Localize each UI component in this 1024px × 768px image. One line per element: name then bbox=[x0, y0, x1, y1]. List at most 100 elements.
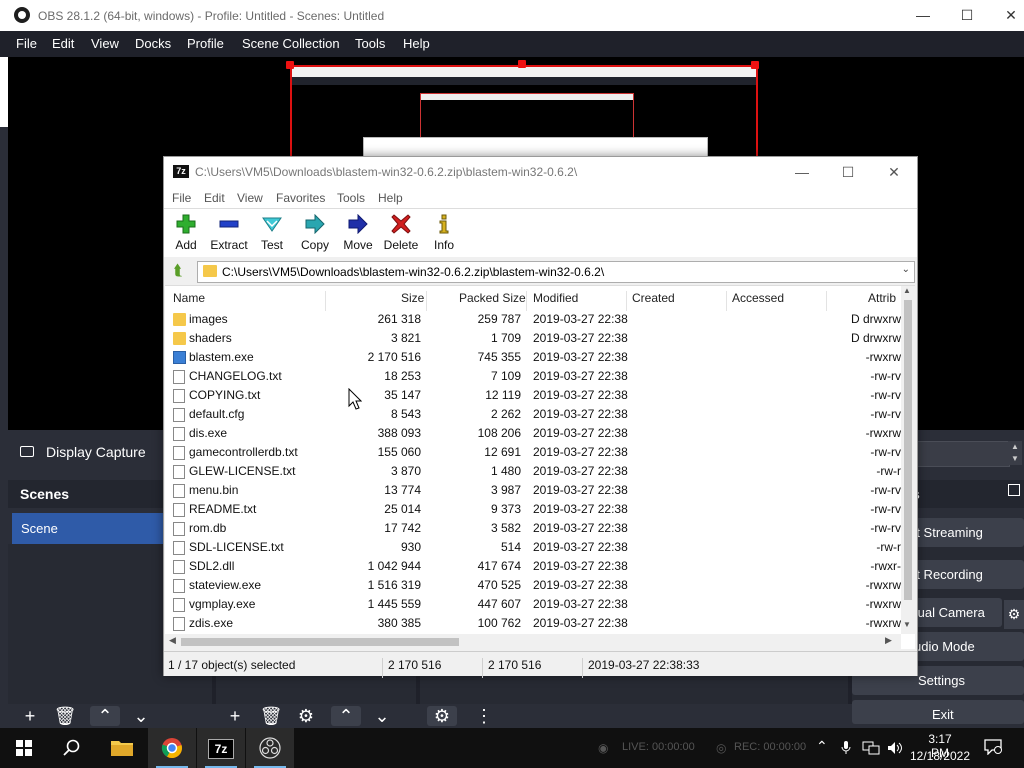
vertical-scrollbar[interactable]: ▲ ▼ bbox=[901, 286, 915, 634]
file-row[interactable]: menu.bin 13 774 3 987 2019-03-27 22:38 -rw-r… bbox=[165, 481, 901, 500]
info-button[interactable]: Info bbox=[422, 212, 466, 256]
horizontal-scrollbar[interactable]: ◀ ▶ bbox=[165, 634, 901, 649]
menu-scene-collection[interactable]: Scene Collection bbox=[242, 36, 340, 51]
add-source-plus-icon[interactable]: + bbox=[222, 706, 248, 726]
file-row[interactable]: stateview.exe 1 516 319 470 525 2019-03-27 … bbox=[165, 576, 901, 595]
show-hidden-icons-chevron-icon[interactable]: ⌃ bbox=[816, 738, 828, 755]
source-property-select[interactable] bbox=[915, 441, 1010, 467]
menu-docks[interactable]: Docks bbox=[135, 36, 171, 51]
file-row[interactable]: GLEW-LICENSE.txt 3 870 1 480 2019-03-27 22:… bbox=[165, 462, 901, 481]
col-divider[interactable] bbox=[626, 291, 627, 311]
file-row[interactable]: CHANGELOG.txt 18 253 7 109 2019-03-27 22:38… bbox=[165, 367, 901, 386]
speaker-icon[interactable] bbox=[887, 741, 903, 755]
col-divider[interactable] bbox=[826, 291, 827, 311]
7zip-menu-file[interactable]: File bbox=[172, 191, 191, 205]
source-properties-gear-icon[interactable]: ⚙ bbox=[293, 706, 319, 726]
menu-profile[interactable]: Profile bbox=[187, 36, 224, 51]
menu-file[interactable]: File bbox=[16, 36, 37, 51]
menu-help[interactable]: Help bbox=[403, 36, 430, 51]
delete-button[interactable]: Delete bbox=[379, 212, 423, 256]
file-row[interactable]: default.cfg 8 543 2 262 2019-03-27 22:38 -rw… bbox=[165, 405, 901, 424]
file-row[interactable]: README.txt 25 014 9 373 2019-03-27 22:38 -rw… bbox=[165, 500, 901, 519]
add-scene-plus-icon[interactable]: + bbox=[17, 706, 43, 726]
file-row[interactable]: SDL2.dll 1 042 944 417 674 2019-03-27 22:38… bbox=[165, 557, 901, 576]
vertical-scroll-thumb[interactable] bbox=[904, 300, 912, 600]
file-row[interactable]: SDL-LICENSE.txt 930 514 2019-03-27 22:38 -rw… bbox=[165, 538, 901, 557]
col-created-header[interactable]: Created bbox=[632, 291, 675, 305]
clock-date[interactable]: 12/18/2022 bbox=[908, 749, 972, 763]
extract-button[interactable]: Extract bbox=[207, 212, 251, 256]
move-button[interactable]: Move bbox=[336, 212, 380, 256]
maximize-button[interactable]: ☐ bbox=[944, 0, 990, 31]
file-row[interactable]: vgmplay.exe 1 445 559 447 607 2019-03-27 22… bbox=[165, 595, 901, 614]
mixer-advanced-gear-icon[interactable]: ⚙ bbox=[427, 706, 457, 726]
close-button[interactable]: ✕ bbox=[988, 0, 1024, 31]
col-modified-header[interactable]: Modified bbox=[533, 291, 578, 305]
col-accessed-header[interactable]: Accessed bbox=[732, 291, 784, 305]
move-down-chevron-icon[interactable]: ⌄ bbox=[128, 706, 154, 726]
col-packed-header[interactable]: Packed Size bbox=[459, 291, 526, 305]
horizontal-scroll-thumb[interactable] bbox=[181, 638, 459, 646]
menu-edit[interactable]: Edit bbox=[52, 36, 74, 51]
spinner-arrows-icon[interactable]: ▲ ▼ bbox=[1008, 441, 1022, 465]
address-combobox[interactable]: C:\Users\VM5\Downloads\blastem-win32-0.6… bbox=[197, 261, 915, 283]
file-row[interactable]: images 261 318 259 787 2019-03-27 22:38 D dr… bbox=[165, 310, 901, 329]
minimize-button[interactable]: — bbox=[900, 0, 946, 31]
file-list[interactable]: Name Size Packed Size Modified Created A… bbox=[165, 285, 915, 649]
7zip-menu-view[interactable]: View bbox=[237, 191, 263, 205]
menu-view[interactable]: View bbox=[91, 36, 119, 51]
scroll-left-arrow-icon[interactable]: ◀ bbox=[169, 635, 176, 646]
scene-list-item[interactable]: Scene bbox=[12, 513, 168, 544]
file-row[interactable]: gamecontrollerdb.txt 155 060 12 691 2019-03… bbox=[165, 443, 901, 462]
search-button[interactable] bbox=[48, 728, 96, 768]
7zip-taskbar-button[interactable]: 7z bbox=[197, 728, 245, 768]
7zip-maximize-button[interactable]: ☐ bbox=[825, 157, 871, 188]
add-button[interactable]: Add bbox=[164, 212, 208, 256]
scroll-right-arrow-icon[interactable]: ▶ bbox=[885, 635, 892, 646]
file-row[interactable]: shaders 3 821 1 709 2019-03-27 22:38 D drwxr… bbox=[165, 329, 901, 348]
col-divider[interactable] bbox=[726, 291, 727, 311]
source-down-chevron-icon[interactable]: ⌄ bbox=[369, 706, 395, 726]
virtual-camera-settings-gear-icon[interactable]: ⚙ bbox=[1004, 600, 1024, 629]
transform-handle[interactable] bbox=[286, 61, 294, 69]
7zip-menu-favorites[interactable]: Favorites bbox=[276, 191, 325, 205]
col-attrib-header[interactable]: Attrib bbox=[868, 291, 896, 305]
7zip-close-button[interactable]: ✕ bbox=[871, 157, 917, 188]
exit-button[interactable]: Exit bbox=[852, 700, 1024, 724]
transform-handle[interactable] bbox=[751, 61, 759, 69]
undock-icon[interactable] bbox=[1008, 484, 1020, 496]
file-row[interactable]: dis.exe 388 093 108 206 2019-03-27 22:38 -rw… bbox=[165, 424, 901, 443]
file-row[interactable]: zdis.exe 380 385 100 762 2019-03-27 22:38 -r… bbox=[165, 614, 901, 633]
7zip-menu-tools[interactable]: Tools bbox=[337, 191, 365, 205]
folder-up-icon[interactable]: ⮬ bbox=[168, 261, 188, 281]
7zip-menu-help[interactable]: Help bbox=[378, 191, 403, 205]
7zip-menu-edit[interactable]: Edit bbox=[204, 191, 225, 205]
move-up-chevron-icon[interactable]: ⌃ bbox=[90, 706, 120, 726]
7zip-minimize-button[interactable]: — bbox=[779, 157, 825, 188]
source-display-capture[interactable]: Display Capture bbox=[8, 437, 168, 467]
col-size-header[interactable]: Size bbox=[401, 291, 424, 305]
scroll-down-arrow-icon[interactable]: ▼ bbox=[903, 620, 911, 629]
chrome-taskbar-button[interactable] bbox=[148, 728, 196, 768]
col-divider[interactable] bbox=[325, 291, 326, 311]
scroll-up-arrow-icon[interactable]: ▲ bbox=[903, 286, 911, 295]
start-button[interactable] bbox=[0, 728, 48, 768]
network-icon[interactable] bbox=[862, 741, 880, 755]
remove-source-trash-icon[interactable]: 🗑 bbox=[258, 706, 284, 726]
test-button[interactable]: Test bbox=[250, 212, 294, 256]
file-row[interactable]: blastem.exe 2 170 516 745 355 2019-03-27 22… bbox=[165, 348, 901, 367]
col-name-header[interactable]: Name bbox=[173, 291, 205, 305]
file-row[interactable]: rom.db 17 742 3 582 2019-03-27 22:38 -rw-rv bbox=[165, 519, 901, 538]
col-divider[interactable] bbox=[526, 291, 527, 311]
remove-scene-trash-icon[interactable]: 🗑 bbox=[52, 706, 78, 726]
col-divider[interactable] bbox=[426, 291, 427, 311]
mixer-menu-dots-icon[interactable]: ⋮ bbox=[471, 706, 497, 726]
file-explorer-taskbar-button[interactable] bbox=[98, 728, 146, 768]
file-row[interactable]: COPYING.txt 35 147 12 119 2019-03-27 22:38 -… bbox=[165, 386, 901, 405]
microphone-icon[interactable] bbox=[840, 740, 852, 756]
source-up-chevron-icon[interactable]: ⌃ bbox=[331, 706, 361, 726]
copy-button[interactable]: Copy bbox=[293, 212, 337, 256]
obs-taskbar-button[interactable] bbox=[246, 728, 294, 768]
chevron-down-icon[interactable]: ⌄ bbox=[902, 264, 910, 275]
menu-tools[interactable]: Tools bbox=[355, 36, 385, 51]
